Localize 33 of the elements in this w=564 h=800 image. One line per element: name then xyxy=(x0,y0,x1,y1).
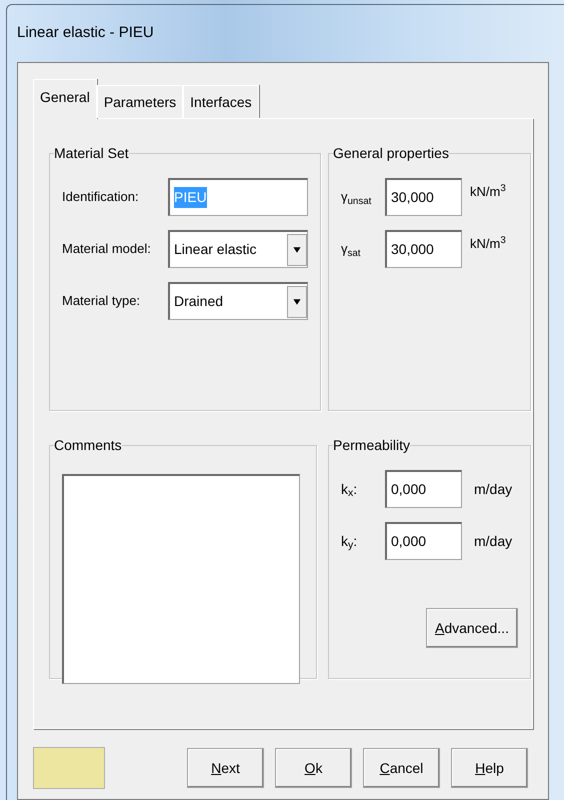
caret-icon[interactable] xyxy=(287,234,307,266)
unit-label: kN/m$^{3}$ xyxy=(470,234,506,254)
group-title: Permeability xyxy=(333,436,410,455)
caret-icon[interactable] xyxy=(287,286,307,318)
field-label: Material type: xyxy=(62,292,142,310)
field-label: k$_{y}$: xyxy=(341,532,358,552)
dialog-button[interactable]: Help xyxy=(451,748,528,788)
unit-label: kN/m$^{3}$ xyxy=(470,182,506,202)
dialog-button[interactable]: Advanced... xyxy=(426,608,518,648)
comments-field[interactable] xyxy=(62,474,300,684)
field-label: k$_{x}$: xyxy=(341,480,358,500)
number-field[interactable]: 30,000 xyxy=(385,230,462,268)
group-title: General properties xyxy=(333,144,449,163)
group-title: Comments xyxy=(54,436,122,455)
dropdown[interactable]: Linear elastic xyxy=(168,230,308,268)
unit-label: m/day xyxy=(474,532,512,551)
window-title: Linear elastic - PIEU xyxy=(17,23,154,44)
group-title: Material Set xyxy=(54,144,129,163)
dialog-button[interactable]: Cancel xyxy=(363,748,440,788)
tab[interactable]: General xyxy=(33,79,97,119)
field-label: Identification: xyxy=(62,188,140,206)
number-field[interactable]: 30,000 xyxy=(385,178,462,216)
number-field[interactable]: 0,000 xyxy=(385,470,462,508)
dialog-button[interactable]: Next xyxy=(187,748,264,788)
unit-label: m/day xyxy=(474,480,512,499)
dialog-button[interactable]: Ok xyxy=(275,748,352,788)
tab[interactable]: Parameters xyxy=(96,85,184,118)
field-label: Material model: xyxy=(62,240,152,258)
field-label: γ$_{unsat}$ xyxy=(341,188,372,207)
tab[interactable]: Interfaces xyxy=(183,85,259,118)
number-field[interactable]: 0,000 xyxy=(385,522,462,560)
field-label: γ$_{sat}$ xyxy=(341,240,362,259)
dropdown[interactable]: Drained xyxy=(168,282,308,320)
